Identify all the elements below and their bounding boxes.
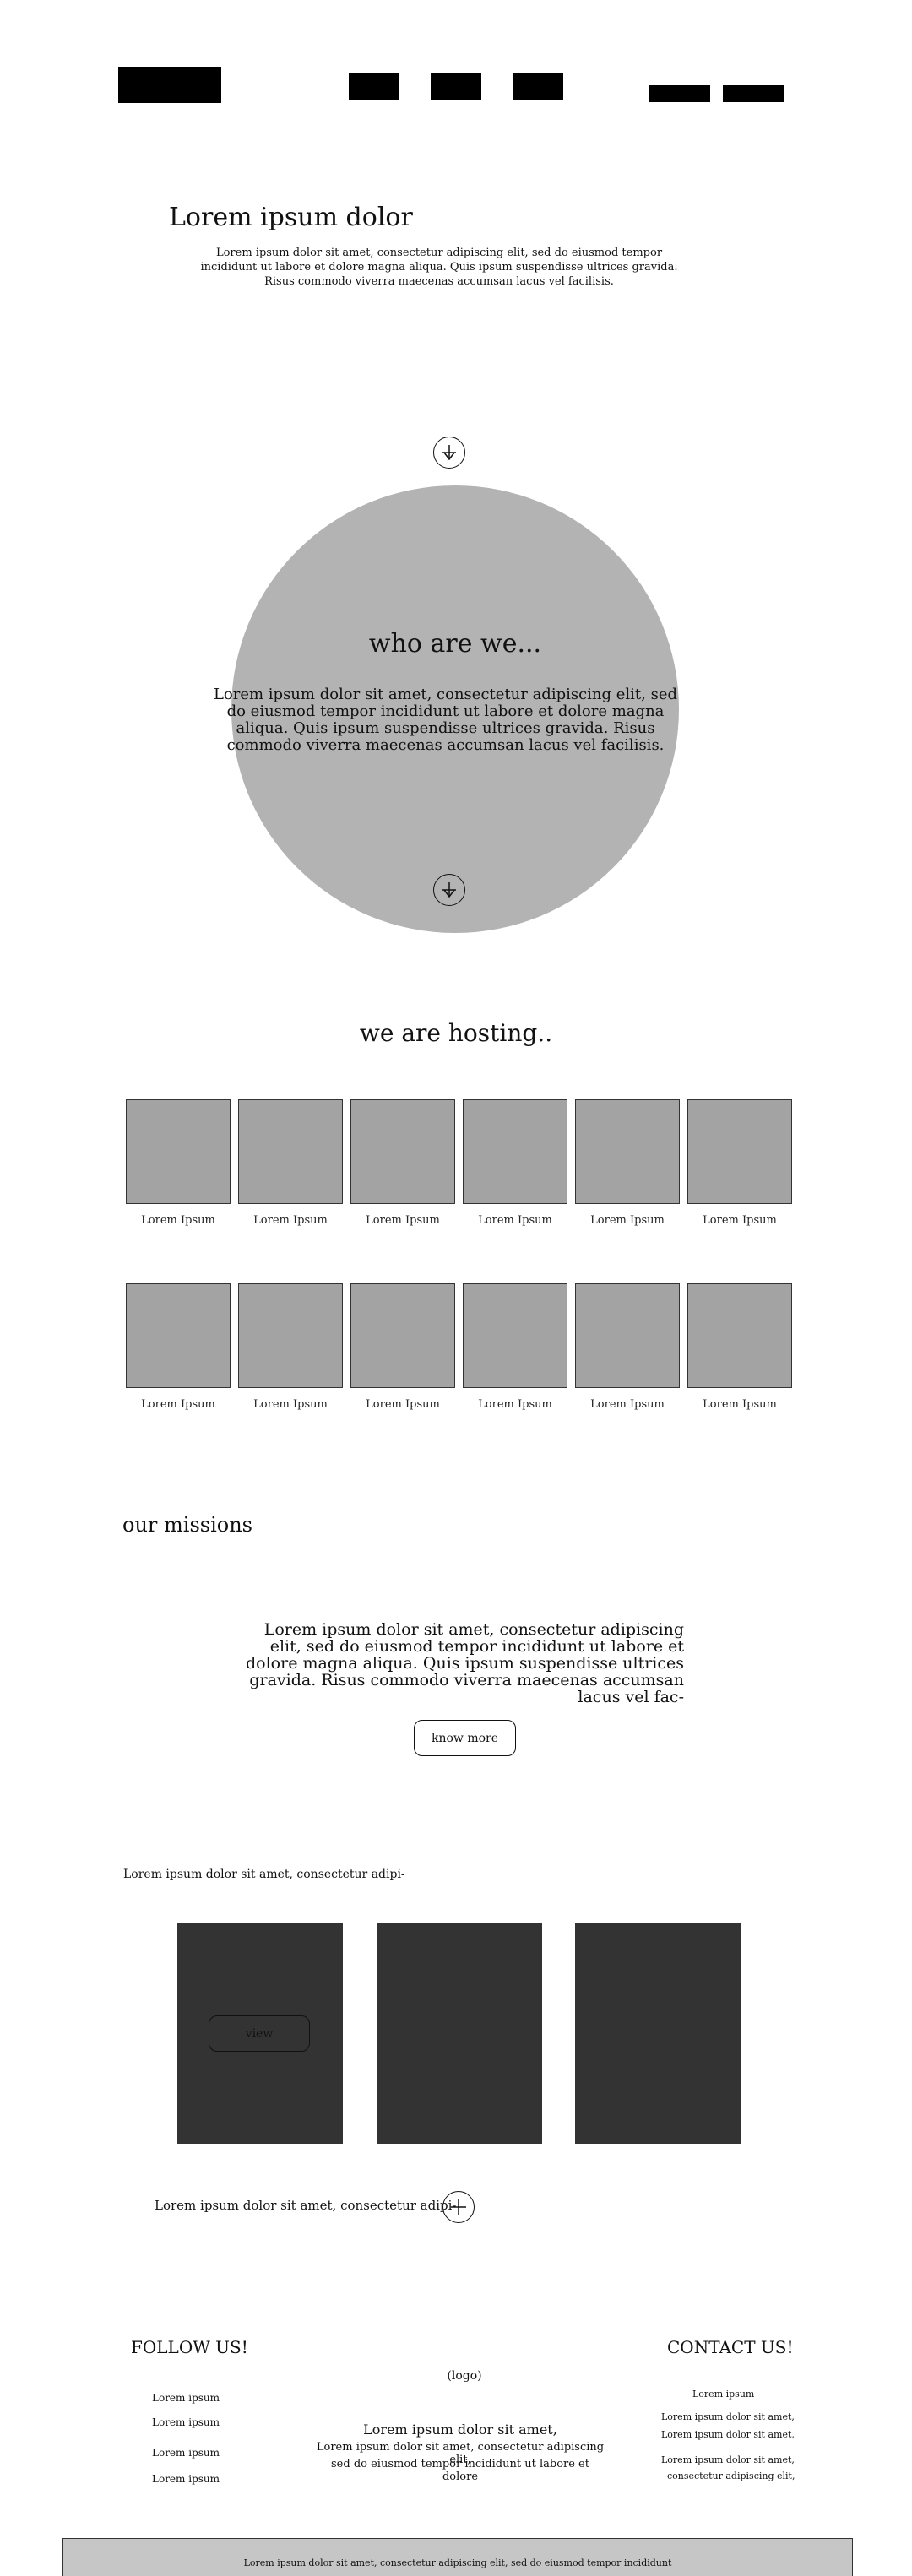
logo-placeholder[interactable]: [118, 67, 221, 103]
follow-link[interactable]: Lorem ipsum: [152, 2473, 220, 2485]
hosting-thumbnail[interactable]: [687, 1099, 792, 1204]
missions-text: Lorem ipsum dolor sit amet, consectetur …: [246, 1620, 684, 1706]
follow-link[interactable]: Lorem ipsum: [152, 2392, 220, 2404]
hosting-thumbnail[interactable]: [126, 1099, 231, 1204]
footer-bottom-text: Lorem ipsum dolor sit amet, consectetur …: [243, 2557, 672, 2568]
contact-item: Lorem ipsum dolor sit amet,: [661, 2411, 795, 2422]
hosting-thumbnail[interactable]: [126, 1283, 231, 1388]
gallery-card[interactable]: [575, 1923, 741, 2144]
footer-bottom-bar: Lorem ipsum dolor sit amet, consectetur …: [62, 2538, 853, 2576]
hosting-label: Lorem Ipsum: [253, 1214, 328, 1227]
contact-item: Lorem ipsum dolor sit amet,: [661, 2429, 795, 2440]
nav-item-3[interactable]: [513, 73, 563, 100]
hosting-label: Lorem Ipsum: [253, 1398, 328, 1411]
contact-item: Lorem ipsum: [692, 2389, 755, 2400]
hosting-label: Lorem Ipsum: [590, 1398, 665, 1411]
scroll-down-icon[interactable]: [433, 437, 465, 469]
hosting-title: we are hosting..: [359, 1019, 553, 1047]
contact-item: consectetur adipiscing elit,: [667, 2470, 795, 2481]
gallery-card[interactable]: [377, 1923, 542, 2144]
footer-center-line2: sed do eiusmod tempor incididunt ut labo…: [331, 2458, 589, 2483]
nav-item-2[interactable]: [431, 73, 481, 100]
nav-item-1[interactable]: [349, 73, 399, 100]
hosting-label: Lorem Ipsum: [141, 1398, 215, 1411]
who-text: Lorem ipsum dolor sit amet, consectetur …: [213, 686, 678, 754]
contact-item: Lorem ipsum dolor sit amet,: [661, 2454, 795, 2465]
know-more-button[interactable]: know more: [414, 1720, 516, 1756]
footer-logo: (logo): [447, 2369, 482, 2383]
gallery-more-text: Lorem ipsum dolor sit amet, consectetur …: [155, 2198, 457, 2213]
footer-logo-text: logo: [451, 2369, 478, 2383]
view-button[interactable]: view: [209, 2015, 310, 2052]
hosting-thumbnail[interactable]: [463, 1099, 567, 1204]
plus-icon[interactable]: [442, 2191, 475, 2223]
header-button-2[interactable]: [723, 85, 784, 102]
follow-link[interactable]: Lorem ipsum: [152, 2416, 220, 2428]
hosting-label: Lorem Ipsum: [478, 1214, 552, 1227]
contact-title: CONTACT US!: [667, 2337, 794, 2357]
hosting-thumbnail[interactable]: [575, 1099, 680, 1204]
header-button-1[interactable]: [649, 85, 710, 102]
hosting-label: Lorem Ipsum: [703, 1214, 777, 1227]
follow-link[interactable]: Lorem ipsum: [152, 2447, 220, 2459]
follow-title: FOLLOW US!: [131, 2337, 248, 2357]
hosting-label: Lorem Ipsum: [366, 1214, 440, 1227]
hosting-thumbnail[interactable]: [350, 1099, 455, 1204]
who-title: who are we...: [368, 629, 542, 659]
hosting-label: Lorem Ipsum: [478, 1398, 552, 1411]
hero-title: Lorem ipsum dolor: [169, 203, 413, 232]
hosting-thumbnail[interactable]: [463, 1283, 567, 1388]
hosting-thumbnail[interactable]: [238, 1283, 343, 1388]
hosting-thumbnail[interactable]: [687, 1283, 792, 1388]
hero-text: Lorem ipsum dolor sit amet, consectetur …: [200, 247, 678, 288]
hosting-label: Lorem Ipsum: [141, 1214, 215, 1227]
hosting-thumbnail[interactable]: [238, 1099, 343, 1204]
hosting-label: Lorem Ipsum: [366, 1398, 440, 1411]
hosting-thumbnail[interactable]: [350, 1283, 455, 1388]
footer-center-title: Lorem ipsum dolor sit amet,: [363, 2421, 557, 2438]
hosting-thumbnail[interactable]: [575, 1283, 680, 1388]
gallery-intro: Lorem ipsum dolor sit amet, consectetur …: [123, 1868, 405, 1881]
missions-title: our missions: [122, 1513, 252, 1537]
scroll-down-icon-2[interactable]: [433, 874, 465, 906]
hosting-label: Lorem Ipsum: [703, 1398, 777, 1411]
hosting-label: Lorem Ipsum: [590, 1214, 665, 1227]
